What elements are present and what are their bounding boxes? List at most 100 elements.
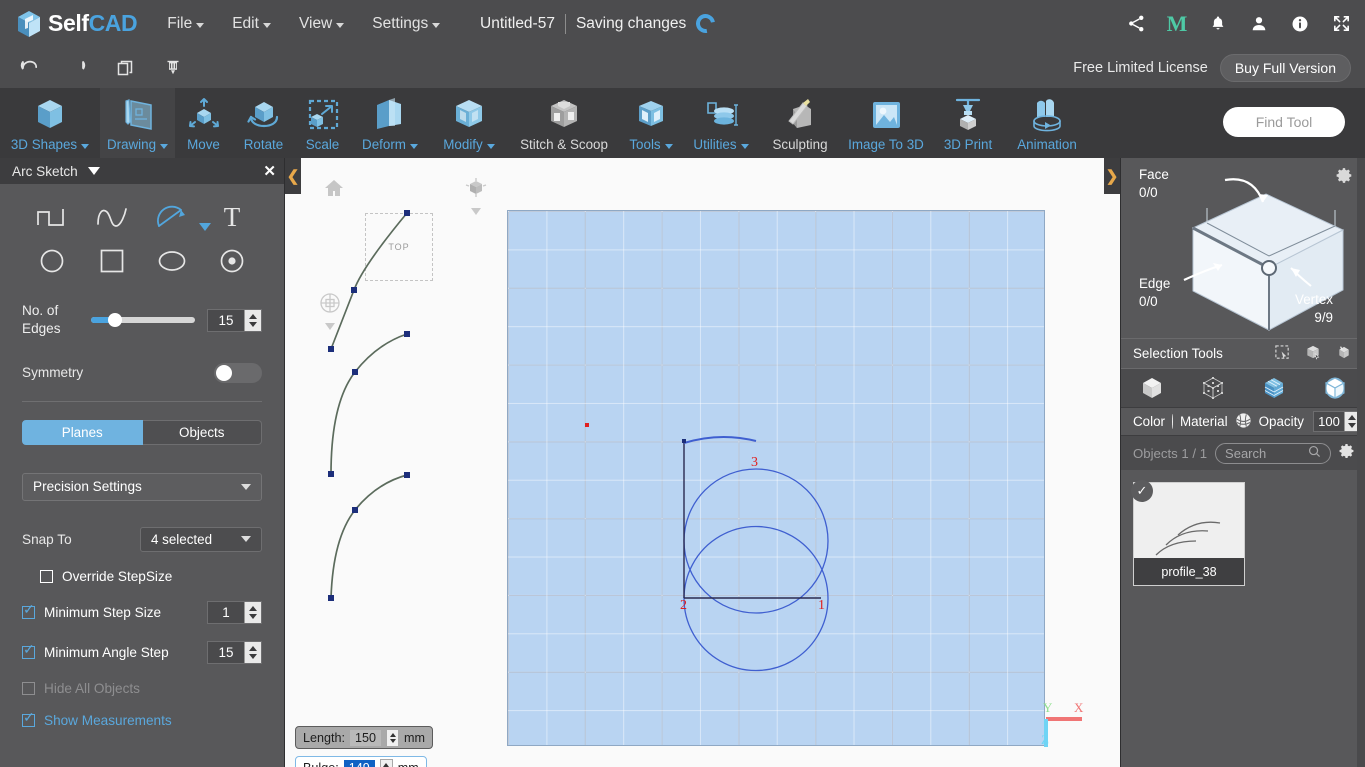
- text-tool-icon[interactable]: T: [204, 198, 260, 236]
- length-input-chip[interactable]: Length: 150 mm: [295, 726, 434, 749]
- checkbox[interactable]: [22, 642, 35, 659]
- ribbon-item-utilities[interactable]: Utilities: [682, 88, 760, 158]
- rectangle-select-icon[interactable]: [1274, 344, 1291, 364]
- checkbox[interactable]: [22, 602, 35, 619]
- stepper-arrows[interactable]: [244, 309, 261, 331]
- ribbon-item-animation[interactable]: Animation: [1004, 88, 1090, 158]
- chevron-down-icon: [409, 143, 418, 149]
- object-thumbnail[interactable]: ✓ profile_38: [1131, 480, 1245, 586]
- chevron-down-icon[interactable]: [471, 208, 481, 215]
- right-panel-scrollbar[interactable]: [1357, 158, 1365, 767]
- view-face-top[interactable]: TOP: [365, 213, 433, 281]
- color-swatch[interactable]: [1172, 414, 1173, 429]
- view-cube-icon[interactable]: [463, 176, 489, 215]
- ribbon-item-modify[interactable]: Modify: [430, 88, 508, 158]
- minimum-step-size-value[interactable]: 1: [208, 605, 244, 620]
- objects-settings-gear-icon[interactable]: [1339, 443, 1355, 464]
- ribbon-item-scale[interactable]: Scale: [295, 88, 350, 158]
- ribbon-item-stitch-scoop[interactable]: Stitch & Scoop: [508, 88, 620, 158]
- concentric-circle-tool-icon[interactable]: [204, 242, 260, 280]
- snap-to-select[interactable]: 4 selected: [140, 526, 262, 552]
- minimum-step-size-stepper[interactable]: 1: [207, 600, 262, 624]
- user-account-icon[interactable]: [1249, 14, 1269, 34]
- 3d-viewport[interactable]: TOP 1 2 3 Length: 150 mm Y X Z: [285, 158, 1120, 767]
- ribbon-item-3d-shapes[interactable]: 3D Shapes: [0, 88, 100, 158]
- objects-search-input[interactable]: Search: [1215, 442, 1331, 464]
- polyline-tool-icon[interactable]: [24, 198, 80, 236]
- freehand-curve-tool-icon[interactable]: [84, 198, 140, 236]
- tab-objects[interactable]: Objects: [142, 419, 262, 445]
- delete-icon[interactable]: [162, 57, 184, 79]
- brand-m-icon[interactable]: M: [1167, 12, 1188, 34]
- bulge-value[interactable]: 149: [343, 759, 375, 767]
- option-minimum-angle-step[interactable]: Minimum Angle Step 15: [22, 640, 262, 664]
- ribbon-item-3d-print[interactable]: 3D Print: [932, 88, 1004, 158]
- opacity-value[interactable]: 100: [1314, 414, 1344, 429]
- bulge-stepper[interactable]: [379, 758, 393, 767]
- ribbon-item-deform[interactable]: Deform: [350, 88, 430, 158]
- option-show-measurements[interactable]: Show Measurements: [22, 710, 262, 728]
- info-icon[interactable]: [1290, 14, 1310, 34]
- object-mode-icon[interactable]: [1138, 375, 1166, 401]
- menu-item-edit[interactable]: Edit: [232, 15, 271, 33]
- undo-icon[interactable]: [18, 57, 40, 79]
- ellipse-tool-icon[interactable]: [144, 242, 200, 280]
- length-stepper[interactable]: [386, 728, 400, 747]
- ribbon-item-rotate[interactable]: Rotate: [232, 88, 295, 158]
- paint-select-icon[interactable]: [1335, 344, 1353, 364]
- precision-settings-dropdown[interactable]: Precision Settings: [22, 472, 262, 501]
- find-tool-input[interactable]: Find Tool: [1223, 107, 1345, 137]
- length-value[interactable]: 150: [350, 729, 382, 746]
- stepper-arrows[interactable]: [244, 601, 261, 623]
- ribbon-item-drawing[interactable]: Drawing: [100, 88, 175, 158]
- circle-tool-icon[interactable]: [24, 242, 80, 280]
- selfcad-logo[interactable]: SelfCAD: [16, 10, 138, 38]
- settings-gear-icon[interactable]: [1336, 167, 1353, 189]
- selected-check-icon[interactable]: ✓: [1131, 480, 1153, 502]
- bulge-input-chip[interactable]: Bulge: 149 mm: [295, 756, 427, 767]
- symmetry-toggle[interactable]: [214, 362, 262, 383]
- ribbon-item-move[interactable]: Move: [175, 88, 232, 158]
- home-icon[interactable]: [323, 178, 345, 203]
- fit-to-view-icon[interactable]: [318, 291, 342, 330]
- option-override-stepsize[interactable]: Override StepSize: [22, 569, 262, 584]
- face-mode-icon[interactable]: [1260, 375, 1288, 401]
- ribbon-item-tools[interactable]: Tools: [620, 88, 682, 158]
- minimum-angle-step-stepper[interactable]: 15: [207, 640, 262, 664]
- notifications-bell-icon[interactable]: [1208, 14, 1228, 34]
- document-name[interactable]: Untitled-57: [480, 15, 555, 33]
- option-minimum-step-size[interactable]: Minimum Step Size 1: [22, 600, 262, 624]
- collapse-right-panel-button[interactable]: ❯: [1104, 158, 1120, 194]
- ribbon-item-image-to-3d[interactable]: Image To 3D: [840, 88, 932, 158]
- close-icon[interactable]: ✕: [263, 164, 276, 179]
- fullscreen-icon[interactable]: [1331, 14, 1351, 34]
- opacity-stepper[interactable]: 100: [1313, 411, 1360, 432]
- minimum-angle-step-value[interactable]: 15: [208, 645, 244, 660]
- checkbox[interactable]: [40, 569, 53, 583]
- ribbon-item-sculpting[interactable]: Sculpting: [760, 88, 840, 158]
- checkbox[interactable]: [22, 710, 35, 727]
- tab-planes[interactable]: Planes: [22, 419, 143, 445]
- sketch-plane-grid[interactable]: [507, 210, 1045, 746]
- rectangle-tool-icon[interactable]: [84, 242, 140, 280]
- menu-item-file[interactable]: File: [167, 15, 205, 33]
- arc-tool-icon[interactable]: [144, 198, 211, 236]
- share-icon[interactable]: [1126, 14, 1146, 34]
- stepper-arrows[interactable]: [244, 641, 261, 663]
- collapse-left-panel-button[interactable]: ❮: [285, 158, 301, 194]
- copy-icon[interactable]: [114, 57, 136, 79]
- chevron-down-icon[interactable]: [325, 323, 335, 330]
- menu-item-settings[interactable]: Settings: [372, 15, 441, 33]
- no-of-edges-stepper[interactable]: 15: [207, 308, 262, 332]
- no-of-edges-slider[interactable]: [90, 313, 195, 328]
- triangle-down-icon[interactable]: [87, 167, 100, 175]
- box-select-icon[interactable]: [1304, 344, 1322, 364]
- material-icon[interactable]: [1235, 412, 1252, 432]
- no-of-edges-value[interactable]: 15: [208, 313, 244, 328]
- vertex-mode-icon[interactable]: [1199, 375, 1227, 401]
- buy-full-version-button[interactable]: Buy Full Version: [1219, 53, 1351, 82]
- redo-icon[interactable]: [66, 57, 88, 79]
- slider-knob[interactable]: [107, 313, 122, 328]
- edge-mode-icon[interactable]: [1321, 375, 1349, 401]
- menu-item-view[interactable]: View: [299, 15, 345, 33]
